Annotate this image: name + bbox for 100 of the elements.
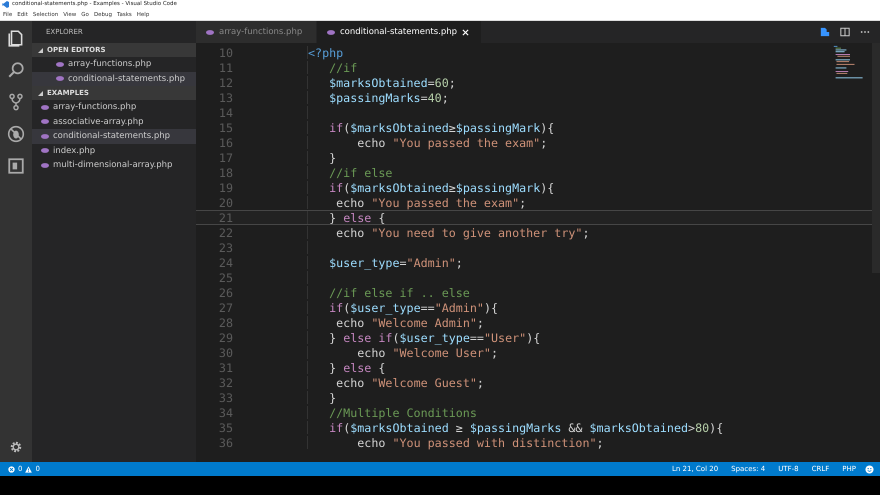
search-icon[interactable] bbox=[7, 61, 25, 79]
explorer-file[interactable]: conditional-statements.php bbox=[32, 72, 196, 86]
code-keyword: if bbox=[328, 300, 344, 314]
code-keyword: if bbox=[328, 120, 344, 134]
code-text: ; bbox=[442, 90, 449, 104]
code-text: echo bbox=[335, 226, 366, 240]
editor-tab[interactable]: conditional-statements.php bbox=[317, 21, 482, 43]
branch-icon[interactable] bbox=[7, 93, 25, 111]
php-file-icon bbox=[41, 148, 49, 154]
line-number: 30 bbox=[218, 346, 233, 360]
files-icon[interactable] bbox=[7, 29, 25, 47]
code-text: ( bbox=[343, 420, 350, 434]
code-text: ; bbox=[540, 136, 548, 150]
code-text: echo bbox=[356, 136, 386, 150]
code-text: ){ bbox=[709, 420, 724, 434]
code-text: ){ bbox=[540, 120, 554, 134]
code-string: "You need to give another try" bbox=[371, 226, 582, 240]
line-number: 16 bbox=[218, 136, 233, 150]
file-compare-icon[interactable] bbox=[820, 27, 830, 37]
split-editor-icon[interactable] bbox=[840, 27, 850, 37]
line-number: 35 bbox=[218, 420, 233, 434]
explorer-file[interactable]: conditional-statements.php bbox=[32, 129, 196, 144]
code-text: ; bbox=[476, 316, 484, 330]
code-text: = bbox=[428, 76, 435, 90]
code-text: = bbox=[420, 90, 428, 104]
code-comment: //if else bbox=[328, 166, 392, 180]
line-number: 10 bbox=[218, 46, 233, 60]
code-string: "You passed with distinction" bbox=[392, 436, 597, 450]
scrollbar[interactable] bbox=[872, 43, 880, 273]
code-text: ; bbox=[448, 76, 456, 90]
explorer-file[interactable]: multi-dimensional-array.php bbox=[32, 158, 196, 172]
line-number: 20 bbox=[218, 196, 233, 210]
extensions-icon[interactable] bbox=[7, 157, 25, 175]
code-string: "Welcome User" bbox=[392, 346, 491, 360]
code-variable: $passingMarks bbox=[328, 90, 421, 104]
code-variable: $marksObtained bbox=[350, 120, 449, 134]
explorer-file[interactable]: associative-array.php bbox=[32, 114, 196, 129]
code-comment: //if else if .. else bbox=[328, 286, 470, 300]
code-string: "Welcome Admin" bbox=[371, 316, 477, 330]
code-variable: $passingMark bbox=[456, 180, 540, 194]
code-keyword: else bbox=[343, 360, 372, 374]
line-number: 33 bbox=[218, 390, 233, 404]
code-text: = bbox=[399, 256, 407, 270]
line-number: 19 bbox=[218, 180, 233, 194]
line-number: 31 bbox=[218, 360, 233, 374]
code-keyword: else if bbox=[343, 330, 392, 344]
code-variable: $user_type bbox=[400, 330, 470, 344]
code-text: echo bbox=[356, 436, 386, 450]
code-text: ( bbox=[343, 180, 350, 194]
close-icon[interactable] bbox=[462, 28, 470, 36]
php-file-icon bbox=[41, 104, 49, 110]
line-number: 21 bbox=[218, 210, 233, 224]
editor-tab[interactable]: array-functions.php bbox=[196, 21, 317, 43]
php-file-icon bbox=[41, 134, 49, 139]
code-text: ≥ bbox=[448, 180, 456, 194]
line-number: 32 bbox=[218, 376, 233, 390]
code-text: ; bbox=[476, 376, 484, 390]
line-number: 34 bbox=[218, 406, 233, 420]
code-variable: $marksObtained bbox=[350, 180, 449, 194]
code-text: { bbox=[377, 360, 386, 374]
line-number: 13 bbox=[218, 90, 233, 104]
code-text: ){ bbox=[540, 180, 554, 194]
code-variable: $passingMark bbox=[456, 120, 540, 134]
code-variable: $marksObtained bbox=[328, 76, 428, 90]
line-number: 23 bbox=[218, 240, 233, 254]
line-number: 15 bbox=[218, 120, 233, 134]
code-text: ( bbox=[392, 330, 400, 344]
code-text: ≥ bbox=[448, 120, 456, 134]
code-text: } bbox=[328, 330, 338, 344]
caret-icon bbox=[38, 90, 43, 96]
settings-icon[interactable] bbox=[9, 440, 23, 454]
code-string: "Admin" bbox=[406, 256, 456, 270]
code-keyword: if bbox=[328, 420, 344, 434]
no-bug-icon[interactable] bbox=[7, 125, 25, 143]
php-file-icon bbox=[56, 76, 64, 82]
code-text: ; bbox=[456, 256, 463, 270]
code-text: ; bbox=[490, 346, 498, 360]
explorer-file[interactable]: index.php bbox=[32, 144, 196, 158]
explorer-file[interactable]: array-functions.php bbox=[32, 100, 196, 114]
line-number: 22 bbox=[218, 226, 233, 240]
code-variable: $user_type bbox=[328, 256, 400, 270]
explorer-file[interactable]: array-functions.php bbox=[32, 57, 196, 72]
line-number: 26 bbox=[218, 286, 233, 300]
code-keyword: else bbox=[343, 210, 372, 224]
line-number: 24 bbox=[218, 256, 233, 270]
warning-icon bbox=[25, 466, 32, 472]
line-number: 29 bbox=[218, 330, 233, 344]
smiley-icon[interactable] bbox=[865, 464, 874, 474]
code-text: ; bbox=[596, 436, 604, 450]
line-number: 18 bbox=[218, 166, 233, 180]
php-file-icon bbox=[327, 30, 335, 34]
code-text: == bbox=[470, 330, 484, 344]
code-comment: //Multiple Conditions bbox=[328, 406, 477, 420]
code-variable: $marksObtained bbox=[590, 420, 688, 434]
code-comment: //if bbox=[328, 60, 358, 74]
code-text: echo bbox=[356, 346, 386, 360]
php-file-icon bbox=[206, 30, 214, 34]
caret-icon bbox=[38, 48, 43, 52]
code-string: "You passed the exam" bbox=[392, 136, 540, 150]
line-number: 28 bbox=[218, 316, 233, 330]
